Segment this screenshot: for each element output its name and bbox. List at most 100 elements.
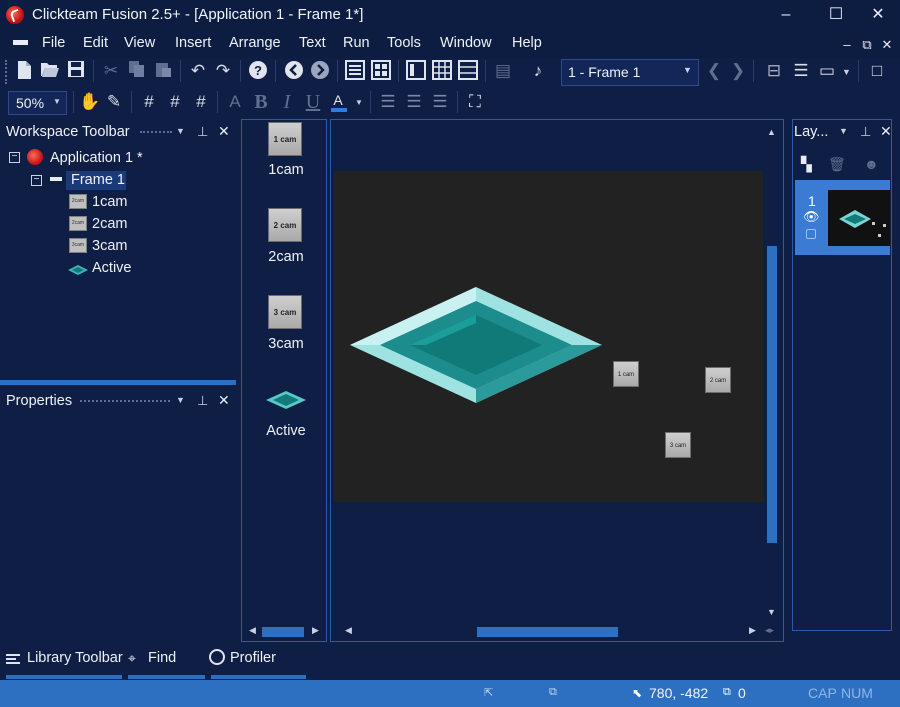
mdi-close-button[interactable]: ✕ [879, 37, 895, 53]
scroll-down-icon[interactable]: ▼ [767, 607, 776, 617]
align-center-button[interactable]: ☰ [403, 91, 425, 113]
help-button[interactable]: ? [247, 60, 269, 82]
collapse-icon[interactable]: − [31, 175, 42, 186]
scene-camera-object[interactable]: 2 cam [705, 367, 731, 393]
grid-setup-button[interactable]: # [138, 91, 160, 113]
font-button[interactable]: A [224, 91, 246, 113]
panel-splitter[interactable] [0, 380, 236, 385]
menu-run[interactable]: Run [343, 35, 370, 51]
brush-tool-button[interactable]: ✎ [103, 91, 125, 113]
text-color-button[interactable]: A [328, 91, 350, 113]
panel-grip[interactable] [80, 400, 170, 406]
chevron-down-icon[interactable]: ▼ [839, 126, 848, 136]
scroll-right-icon[interactable]: ▶ [749, 625, 756, 636]
close-icon[interactable]: ✕ [880, 123, 892, 140]
tab-library-toolbar[interactable]: Library Toolbar [27, 650, 123, 666]
open-button[interactable] [39, 60, 61, 82]
close-button[interactable]: ✕ [855, 0, 900, 30]
pin-icon[interactable]: ⊥ [197, 124, 208, 140]
tree-object-3cam[interactable]: 3cam [92, 238, 127, 254]
scroll-left-icon[interactable]: ◀ [345, 625, 352, 636]
lock-icon[interactable] [806, 229, 816, 239]
frame-properties-button[interactable]: ⊟ [763, 60, 785, 82]
menu-insert[interactable]: Insert [175, 35, 211, 51]
tree-object-2cam[interactable]: 2cam [92, 216, 127, 232]
show-grid-button[interactable]: # [164, 91, 186, 113]
paste-button[interactable] [152, 60, 174, 82]
active-diamond-object[interactable] [350, 287, 602, 406]
resize-handle-icon[interactable]: ◂▸ [765, 625, 774, 636]
window-size-button[interactable]: ▭ [816, 60, 838, 82]
scene-camera-object[interactable]: 1 cam [613, 361, 639, 387]
scroll-up-icon[interactable]: ▲ [767, 127, 776, 137]
copy-button[interactable] [126, 60, 148, 82]
new-button[interactable] [13, 60, 35, 82]
chevron-down-icon[interactable]: ▼ [842, 67, 851, 77]
library-hscroll-thumb[interactable] [262, 627, 304, 637]
scene-camera-object[interactable]: 3 cam [665, 432, 691, 458]
event-editor-button[interactable] [405, 60, 427, 82]
pin-icon[interactable]: ⊥ [860, 124, 871, 140]
snap-grid-button[interactable]: # [190, 91, 212, 113]
mdi-minimize-button[interactable]: – [839, 37, 855, 52]
close-icon[interactable]: ✕ [218, 392, 230, 409]
mdi-restore-button[interactable]: ⧉ [859, 37, 875, 53]
menu-view[interactable]: View [124, 35, 155, 51]
system-menu-icon[interactable] [13, 40, 28, 45]
frame-editor-button[interactable] [370, 60, 392, 82]
chevron-down-icon[interactable]: ▼ [176, 126, 185, 136]
tree-object-1cam[interactable]: 1cam [92, 194, 127, 210]
library-object-icon[interactable]: 3 cam [268, 295, 302, 329]
align-right-button[interactable]: ☰ [429, 91, 451, 113]
script-button[interactable]: ▤ [492, 60, 514, 82]
hand-tool-button[interactable]: ✋ [79, 91, 101, 113]
tab-profiler[interactable]: Profiler [230, 650, 276, 666]
scroll-left-icon[interactable]: ◀ [249, 625, 256, 636]
data-elements-button[interactable] [457, 60, 479, 82]
prev-frame-button[interactable]: ❮ [703, 60, 725, 82]
library-object-icon[interactable]: 2 cam [268, 208, 302, 242]
layer-effects-icon[interactable]: ☻ [864, 156, 879, 172]
menu-tools[interactable]: Tools [387, 35, 421, 51]
collapse-icon[interactable]: − [9, 152, 20, 163]
tree-frame[interactable]: Frame 1 [71, 172, 125, 188]
editor-hscroll-thumb[interactable] [477, 627, 618, 637]
minimize-button[interactable]: – [763, 0, 809, 30]
toolbar-grip[interactable] [5, 60, 10, 84]
menu-help[interactable]: Help [512, 35, 542, 51]
tree-object-active[interactable]: Active [92, 260, 132, 276]
storyboard-button[interactable] [344, 60, 366, 82]
frame-list-button[interactable]: ☰ [790, 60, 812, 82]
panel-grip[interactable] [140, 131, 172, 137]
test-button[interactable]: ♪ [527, 60, 549, 82]
redo-button[interactable]: ↷ [212, 60, 234, 82]
next-frame-button[interactable]: ❯ [727, 60, 749, 82]
menu-arrange[interactable]: Arrange [229, 35, 281, 51]
underline-button[interactable]: U [302, 91, 324, 113]
fit-button[interactable]: ⛶ [464, 91, 486, 113]
menu-edit[interactable]: Edit [83, 35, 108, 51]
menu-file[interactable]: File [42, 35, 65, 51]
library-object-icon[interactable]: 1 cam [268, 122, 302, 156]
library-diamond-icon[interactable] [266, 391, 306, 412]
chevron-down-icon[interactable]: ▼ [355, 98, 363, 107]
forward-button[interactable] [309, 60, 331, 82]
scroll-right-icon[interactable]: ▶ [312, 625, 319, 636]
tree-application[interactable]: Application 1 * [50, 150, 143, 166]
cut-button[interactable]: ✂ [100, 60, 122, 82]
event-list-button[interactable] [431, 60, 453, 82]
tab-find[interactable]: Find [148, 650, 176, 666]
menu-text[interactable]: Text [299, 35, 326, 51]
bold-button[interactable]: B [250, 91, 272, 113]
align-left-button[interactable]: ☰ [377, 91, 399, 113]
fullscreen-button[interactable]: □ [866, 60, 888, 82]
add-layer-icon[interactable]: ▚ [801, 156, 812, 173]
chevron-down-icon[interactable]: ▼ [176, 395, 185, 405]
italic-button[interactable]: I [276, 91, 298, 113]
delete-layer-icon[interactable]: 🗑 [828, 156, 846, 173]
editor-vscroll-thumb[interactable] [767, 246, 777, 543]
menu-window[interactable]: Window [440, 35, 492, 51]
pin-icon[interactable]: ⊥ [197, 393, 208, 409]
save-button[interactable] [65, 60, 87, 82]
eye-icon[interactable]: 👁 [803, 209, 820, 225]
